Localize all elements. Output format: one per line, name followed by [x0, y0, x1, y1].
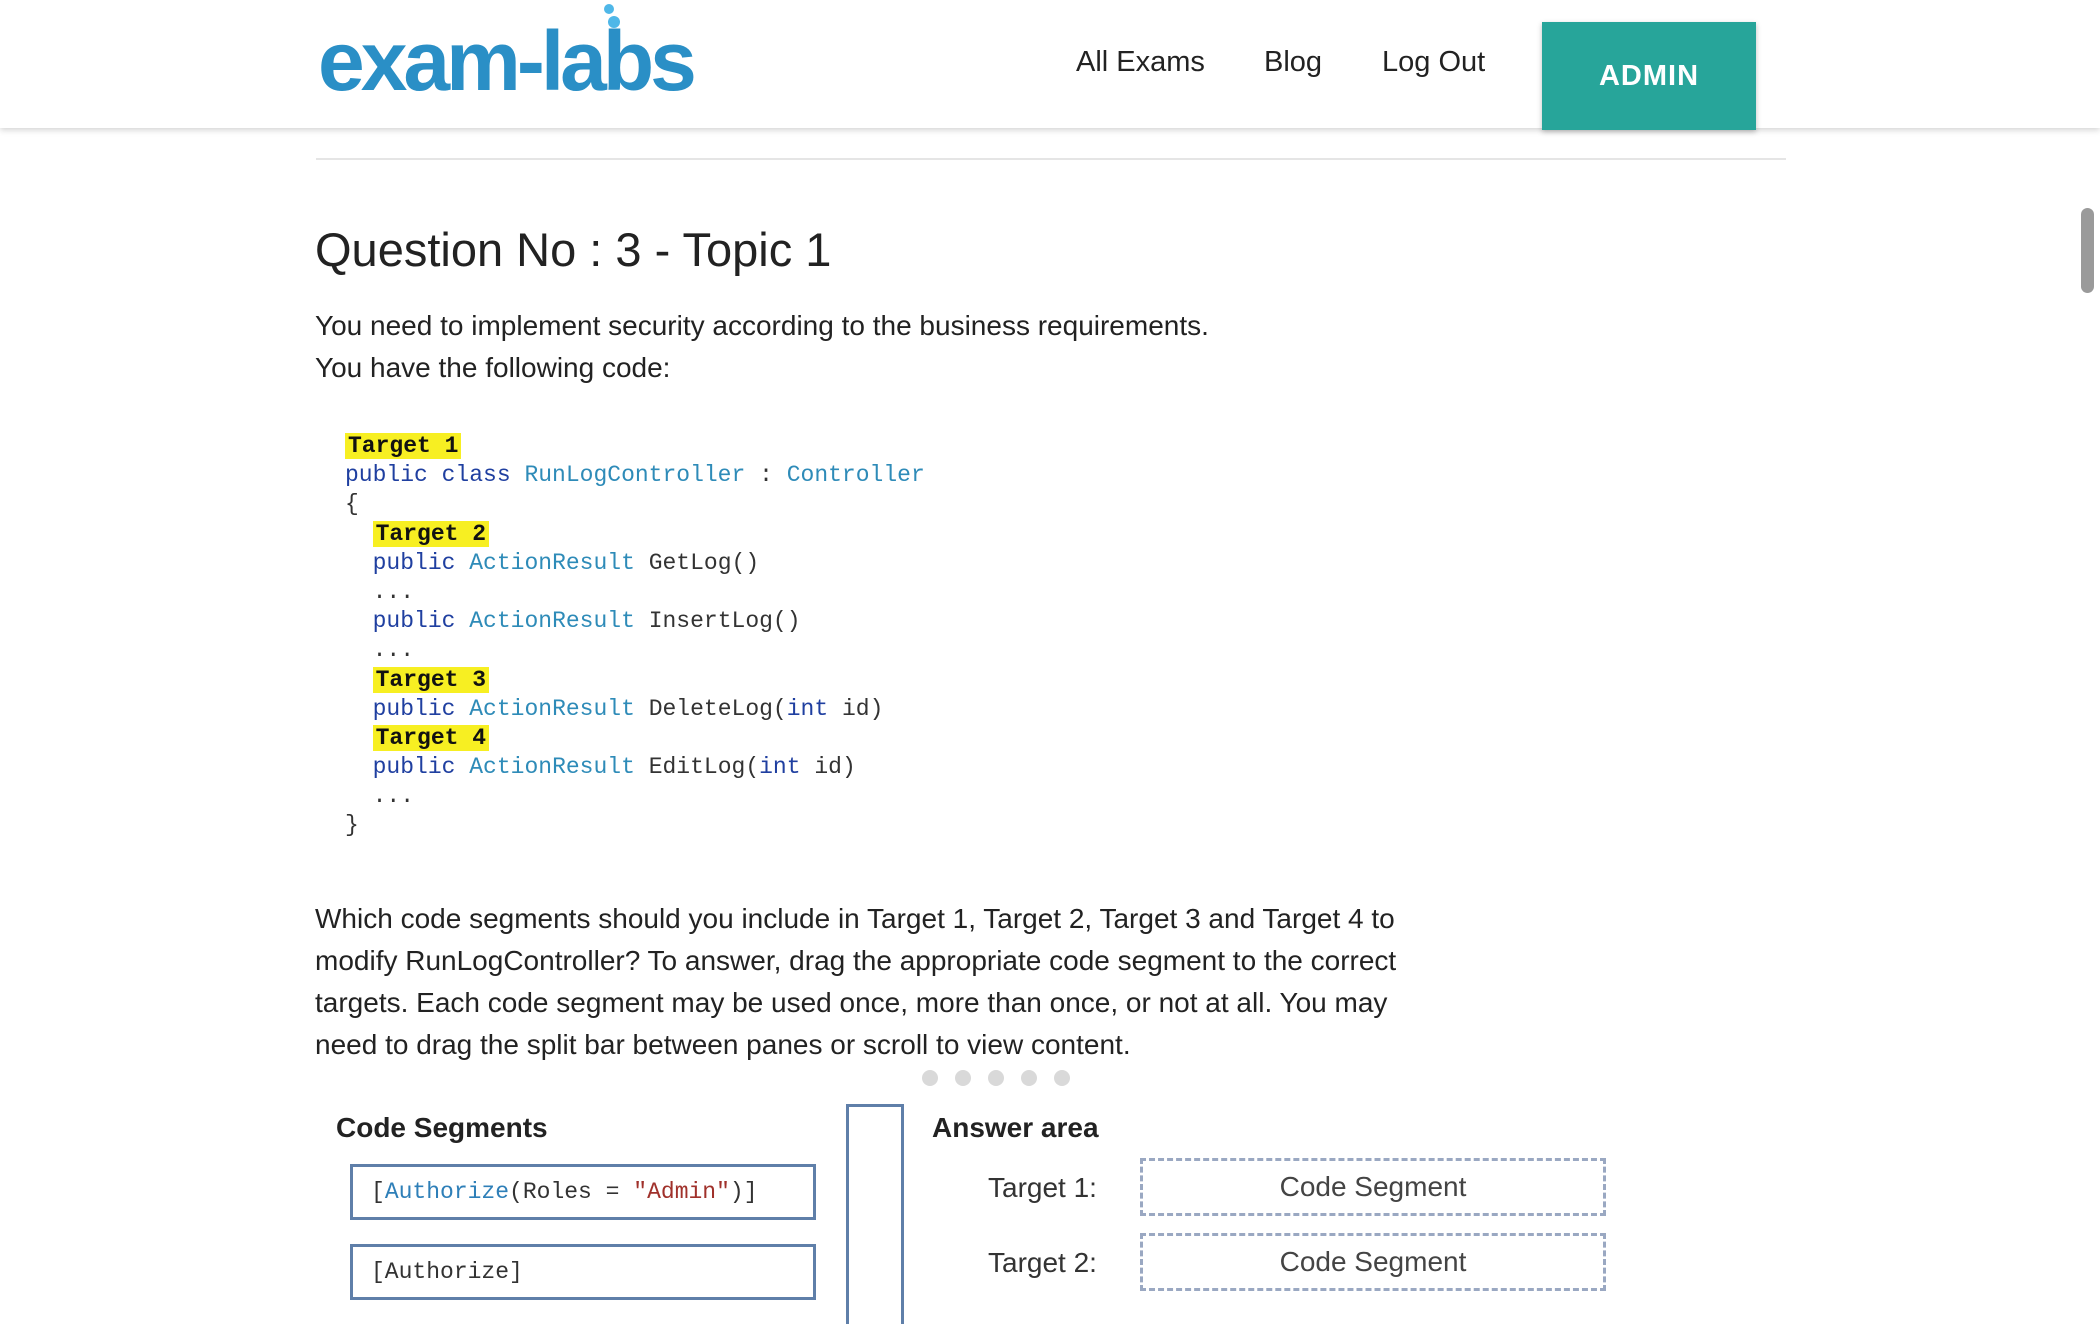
- exam-labs-logo[interactable]: exam-labs: [318, 16, 697, 106]
- carousel-dot[interactable]: [988, 1070, 1004, 1086]
- question-title: Question No : 3 - Topic 1: [315, 223, 832, 276]
- target-3-marker: Target 3: [372, 666, 490, 693]
- code-base-class: Controller: [786, 462, 925, 489]
- code-type: ActionResult: [469, 754, 635, 781]
- code-segments-heading: Code Segments: [336, 1112, 548, 1143]
- question-intro-line1: You need to implement security according…: [315, 310, 1209, 341]
- carousel-dot[interactable]: [922, 1070, 938, 1086]
- code-keyword: public: [372, 695, 456, 722]
- target-2-drop-zone[interactable]: Code Segment: [1140, 1233, 1606, 1291]
- target-2-label: Target 2:: [988, 1247, 1097, 1278]
- code-segment-authorize[interactable]: [Authorize]: [350, 1244, 816, 1300]
- code-ellipsis: ...: [372, 578, 415, 605]
- target-1-marker: Target 1: [345, 433, 462, 459]
- target-1-drop-zone[interactable]: Code Segment: [1140, 1158, 1606, 1216]
- code-method-editlog: EditLog(: [648, 754, 760, 781]
- question-body-line2: modify RunLogController? To answer, drag…: [315, 945, 1397, 976]
- code-sample: Target 1 public class RunLogController :…: [345, 432, 925, 841]
- code-open-brace: {: [345, 491, 359, 518]
- carousel-dot[interactable]: [955, 1070, 971, 1086]
- code-close-brace: }: [345, 812, 359, 839]
- question-body-line4: need to drag the split bar between panes…: [315, 1029, 1131, 1060]
- target-1-label: Target 1:: [988, 1172, 1097, 1203]
- carousel-dot[interactable]: [1054, 1070, 1070, 1086]
- carousel-dot[interactable]: [1021, 1070, 1037, 1086]
- scrollbar-thumb[interactable]: [2081, 208, 2094, 293]
- question-body-line1: Which code segments should you include i…: [315, 903, 1395, 934]
- code-ellipsis: ...: [372, 783, 415, 810]
- drop-zone-placeholder: Code Segment: [1279, 1246, 1467, 1277]
- segment-text: [Authorize]: [371, 1259, 523, 1285]
- segment-attr-name: Authorize: [384, 1179, 510, 1205]
- code-colon: :: [745, 462, 787, 489]
- code-keyword: int: [786, 695, 829, 722]
- question-body-line3: targets. Each code segment may be used o…: [315, 987, 1388, 1018]
- segment-attr-close: )]: [729, 1179, 758, 1205]
- nav-all-exams[interactable]: All Exams: [1076, 44, 1205, 80]
- code-keyword: public: [372, 754, 456, 781]
- nav-blog[interactable]: Blog: [1264, 44, 1322, 80]
- site-header: exam-labs All Exams Blog Log Out ADMIN: [0, 0, 2100, 130]
- code-param: id): [841, 695, 884, 722]
- code-keyword: public class: [345, 462, 511, 489]
- code-type: ActionResult: [469, 695, 635, 722]
- nav-log-out[interactable]: Log Out: [1382, 44, 1485, 80]
- code-class-name: RunLogController: [524, 462, 746, 489]
- code-type: ActionResult: [469, 549, 635, 576]
- admin-button[interactable]: ADMIN: [1542, 22, 1756, 130]
- code-method-getlog: GetLog(): [648, 549, 760, 576]
- pane-split-bar[interactable]: [846, 1104, 904, 1324]
- segment-bracket: [: [371, 1179, 385, 1205]
- target-4-marker: Target 4: [372, 724, 490, 751]
- drop-zone-placeholder: Code Segment: [1279, 1171, 1467, 1202]
- code-param: id): [814, 754, 856, 781]
- segment-attr-string: "Admin": [633, 1179, 730, 1205]
- code-keyword: public: [372, 608, 456, 635]
- code-keyword: int: [759, 754, 801, 781]
- code-segment-authorize-admin[interactable]: [Authorize(Roles = "Admin")]: [350, 1164, 816, 1220]
- code-ellipsis: ...: [372, 637, 415, 664]
- logo-bubble-icon: [604, 4, 614, 14]
- question-intro-line2: You have the following code:: [315, 352, 671, 383]
- target-2-marker: Target 2: [372, 520, 490, 547]
- segment-attr-args: (Roles =: [509, 1179, 634, 1205]
- code-method-insertlog: InsertLog(): [648, 608, 801, 635]
- content-divider: [316, 158, 1786, 160]
- logo-bubble-icon: [608, 16, 620, 28]
- answer-area-heading: Answer area: [932, 1112, 1099, 1143]
- code-method-deletelog: DeleteLog(: [648, 695, 787, 722]
- code-keyword: public: [372, 549, 456, 576]
- code-type: ActionResult: [469, 608, 635, 635]
- image-carousel-dots: [922, 1070, 1070, 1086]
